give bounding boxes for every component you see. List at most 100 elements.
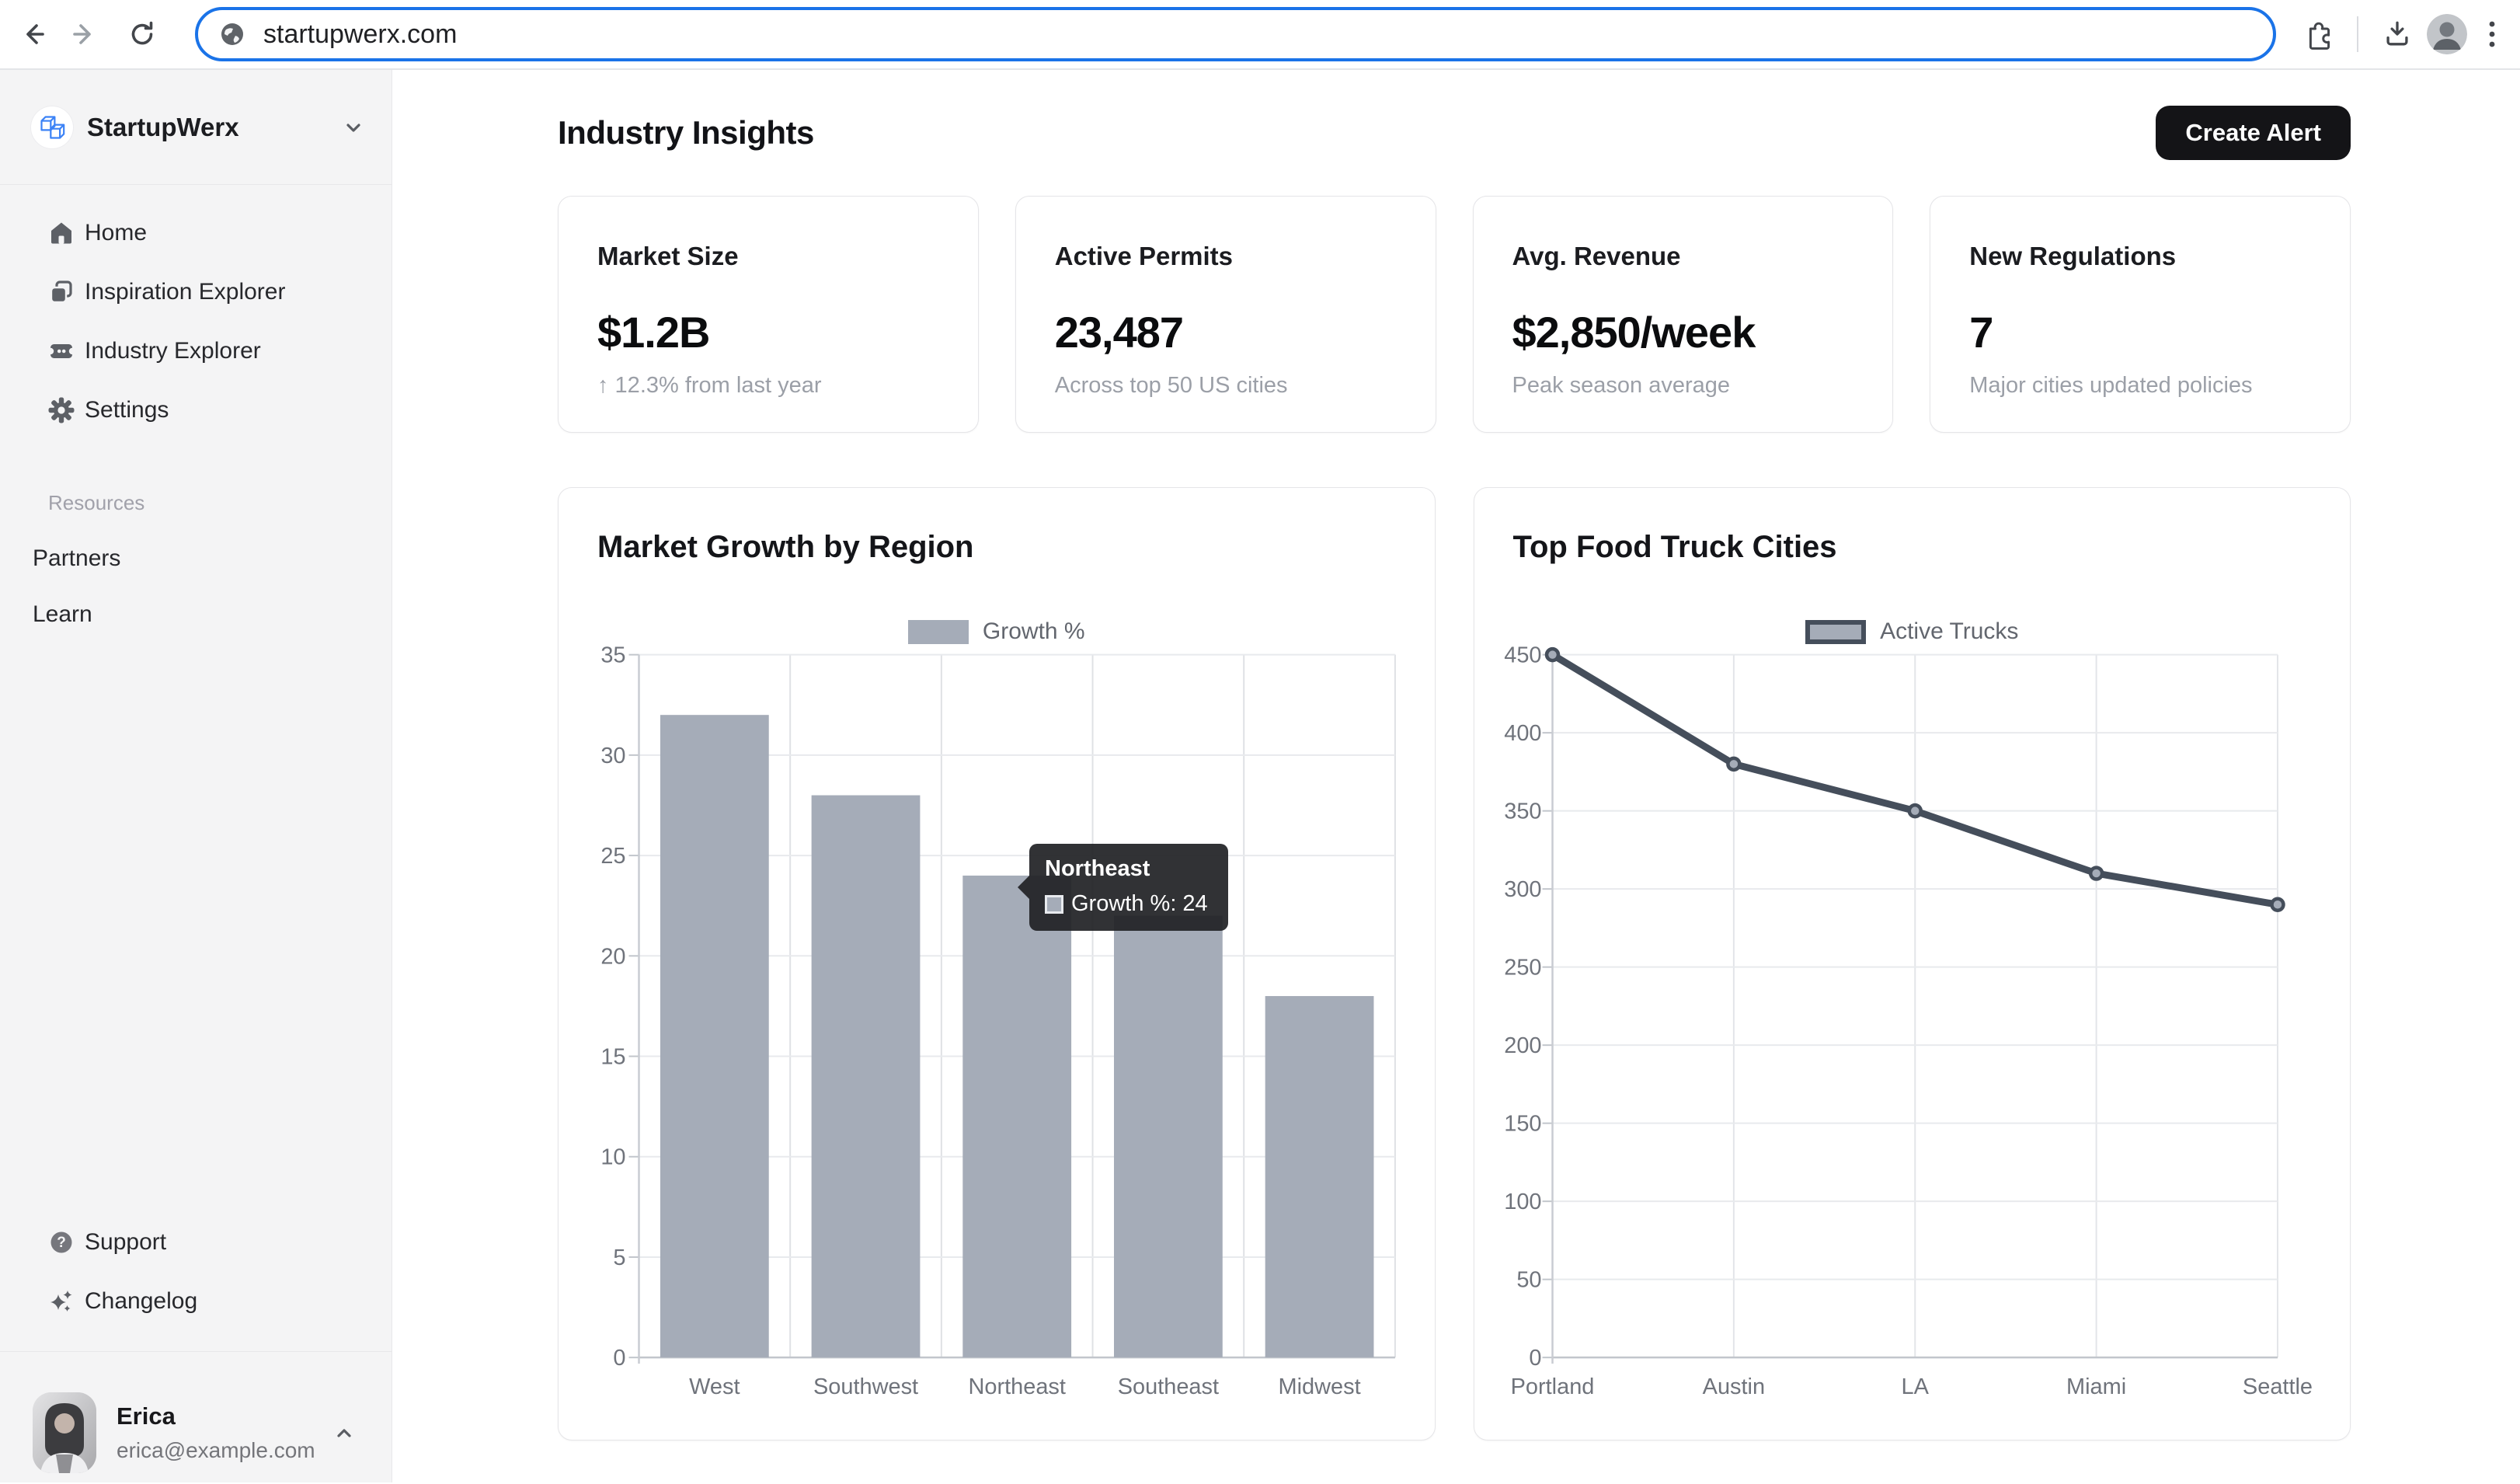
sidebar-item-learn[interactable]: Learn	[0, 587, 392, 643]
stat-subtitle: Major cities updated policies	[1969, 373, 2311, 399]
ticket-icon	[48, 338, 75, 364]
y-tick-label: 20	[600, 944, 625, 969]
data-point-seattle[interactable]	[2271, 899, 2283, 911]
data-point-austin[interactable]	[1728, 758, 1739, 770]
stat-title: New Regulations	[1969, 242, 2311, 271]
tooltip-value: Growth %: 24	[1071, 891, 1208, 917]
stat-card-avg-revenue: Avg. Revenue $2,850/week Peak season ave…	[1473, 196, 1894, 433]
stat-title: Avg. Revenue	[1512, 242, 1854, 271]
y-tick-label: 15	[600, 1045, 625, 1070]
sidebar: StartupWerx Home Inspiration Explorer	[0, 70, 392, 1482]
y-tick-label: 0	[613, 1346, 625, 1371]
workspace-switcher[interactable]: StartupWerx	[0, 70, 392, 185]
sidebar-item-label: Inspiration Explorer	[85, 279, 285, 305]
avatar-photo	[2427, 14, 2467, 54]
y-tick-label: 350	[1504, 799, 1541, 824]
url-bar[interactable]: startupwerx.com	[195, 7, 2276, 61]
user-meta: Erica erica@example.com	[117, 1402, 315, 1463]
browser-profile-avatar[interactable]	[2427, 14, 2467, 54]
chrome-divider	[2357, 16, 2358, 52]
sidebar-item-label: Settings	[85, 397, 169, 423]
stat-value: $1.2B	[597, 307, 939, 357]
y-tick-label: 100	[1504, 1190, 1541, 1214]
back-button[interactable]	[11, 12, 54, 56]
resources-section-label: Resources	[48, 491, 392, 515]
x-tick-label: West	[689, 1374, 740, 1399]
stats-row: Market Size $1.2B ↑ 12.3% from last year…	[558, 196, 2351, 433]
reload-icon	[127, 19, 158, 50]
sidebar-item-industry-explorer[interactable]: Industry Explorer	[0, 322, 392, 381]
sidebar-item-home[interactable]: Home	[0, 204, 392, 263]
globe-icon	[218, 20, 246, 48]
chart-tooltip: Northeast Growth %: 24	[1029, 844, 1228, 931]
data-point-la[interactable]	[1909, 805, 1920, 817]
sidebar-item-support[interactable]: ? Support	[0, 1213, 392, 1272]
line-chart-card: Top Food Truck Cities Active Trucks 0501…	[1474, 487, 2351, 1440]
x-tick-label: Northeast	[968, 1374, 1065, 1399]
forward-button[interactable]	[63, 12, 106, 56]
user-profile[interactable]: Erica erica@example.com	[0, 1352, 392, 1482]
help-icon: ?	[48, 1229, 75, 1256]
x-tick-label: Miami	[2066, 1374, 2126, 1399]
y-tick-label: 400	[1504, 721, 1541, 746]
browser-menu-button[interactable]	[2475, 12, 2509, 56]
stat-subtitle: Across top 50 US cities	[1055, 373, 1397, 399]
svg-text:?: ?	[57, 1235, 66, 1251]
bar-northeast[interactable]	[962, 876, 1071, 1357]
sparkles-icon	[48, 1288, 75, 1315]
chevron-down-icon	[342, 116, 365, 139]
brand-logo	[31, 106, 73, 148]
x-tick-label: Seattle	[2242, 1374, 2312, 1399]
x-tick-label: Southwest	[813, 1374, 918, 1399]
kebab-menu-icon	[2487, 19, 2497, 50]
y-tick-label: 150	[1504, 1112, 1541, 1137]
bar-west[interactable]	[660, 715, 769, 1357]
stat-title: Market Size	[597, 242, 939, 271]
y-tick-label: 10	[600, 1145, 625, 1170]
x-tick-label: Portland	[1510, 1374, 1594, 1399]
tooltip-title: Northeast	[1045, 856, 1208, 882]
stat-card-new-regulations: New Regulations 7 Major cities updated p…	[1930, 196, 2351, 433]
charts-row: Market Growth by Region Growth % 0510152…	[558, 487, 2351, 1440]
puzzle-icon	[2302, 18, 2334, 51]
sidebar-item-label: Learn	[33, 601, 92, 628]
data-point-miami[interactable]	[2090, 868, 2102, 880]
x-tick-label: Southeast	[1118, 1374, 1219, 1399]
sidebar-item-inspiration-explorer[interactable]: Inspiration Explorer	[0, 263, 392, 322]
y-tick-label: 25	[600, 844, 625, 869]
sidebar-item-label: Home	[85, 220, 147, 246]
user-email: erica@example.com	[117, 1438, 315, 1463]
stat-title: Active Permits	[1055, 242, 1397, 271]
stat-value: 7	[1969, 307, 2311, 357]
back-arrow-icon	[17, 19, 48, 50]
reload-button[interactable]	[120, 12, 164, 56]
gear-icon	[48, 397, 75, 423]
data-point-portland[interactable]	[1547, 649, 1558, 660]
y-tick-label: 300	[1504, 877, 1541, 902]
brand-name: StartupWerx	[87, 113, 239, 142]
sidebar-item-settings[interactable]: Settings	[0, 381, 392, 440]
sidebar-item-partners[interactable]: Partners	[0, 531, 392, 587]
sidebar-spacer	[0, 643, 392, 1213]
stat-value: 23,487	[1055, 307, 1397, 357]
stat-value: $2,850/week	[1512, 307, 1854, 357]
create-alert-button[interactable]: Create Alert	[2156, 106, 2351, 160]
y-tick-label: 5	[613, 1245, 625, 1270]
browser-chrome: startupwerx.com	[0, 0, 2520, 70]
bar-southeast[interactable]	[1114, 916, 1223, 1358]
y-tick-label: 450	[1504, 643, 1541, 668]
user-avatar	[33, 1392, 96, 1473]
page-title: Industry Insights	[558, 114, 814, 152]
bar-southwest[interactable]	[812, 796, 921, 1358]
downloads-button[interactable]	[2376, 12, 2419, 56]
x-tick-label: Midwest	[1279, 1374, 1361, 1399]
extensions-button[interactable]	[2296, 12, 2340, 56]
stat-card-market-size: Market Size $1.2B ↑ 12.3% from last year	[558, 196, 979, 433]
x-tick-label: LA	[1901, 1374, 1929, 1399]
bar-midwest[interactable]	[1265, 996, 1374, 1357]
y-tick-label: 30	[600, 744, 625, 768]
x-tick-label: Austin	[1702, 1374, 1764, 1399]
sidebar-item-label: Support	[85, 1229, 166, 1256]
sidebar-item-changelog[interactable]: Changelog	[0, 1272, 392, 1331]
cubes-logo-icon	[31, 106, 73, 148]
